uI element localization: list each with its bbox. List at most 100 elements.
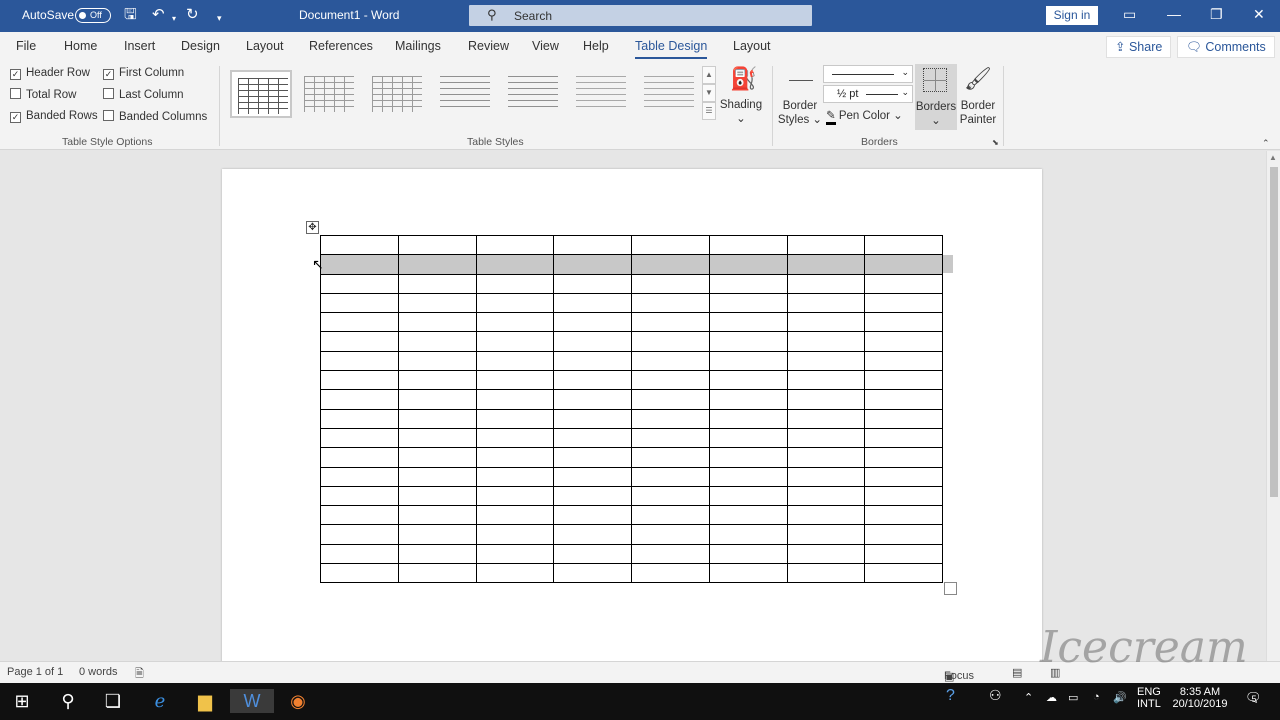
table-cell[interactable] xyxy=(864,370,943,391)
table-cell[interactable] xyxy=(553,234,632,256)
table-cell[interactable] xyxy=(397,312,477,333)
table-cell[interactable] xyxy=(864,234,943,256)
shading-button[interactable]: Shading ⌄ xyxy=(719,98,763,126)
table-cell[interactable] xyxy=(864,505,943,526)
table-cell[interactable] xyxy=(320,408,399,429)
table-cell[interactable] xyxy=(320,524,399,545)
table-row[interactable] xyxy=(320,350,943,372)
table-cell[interactable] xyxy=(708,234,788,256)
table-cell[interactable] xyxy=(397,292,477,314)
table-cell[interactable] xyxy=(708,312,788,333)
table-cell[interactable] xyxy=(786,485,866,507)
read-mode-icon[interactable]: ▤ xyxy=(1012,666,1022,679)
table-row[interactable] xyxy=(320,427,943,449)
table-cell[interactable] xyxy=(397,447,477,468)
table-cell[interactable] xyxy=(631,350,710,372)
table-cell[interactable] xyxy=(320,350,399,372)
search-box[interactable]: ⚲ Search xyxy=(469,5,812,26)
table-style-option[interactable] xyxy=(638,70,700,118)
table-row[interactable] xyxy=(320,312,943,333)
table-cell[interactable] xyxy=(553,563,632,584)
table-cell[interactable] xyxy=(786,505,866,526)
table-cell[interactable] xyxy=(631,543,710,565)
table-cell[interactable] xyxy=(786,254,866,275)
table-move-handle-icon[interactable]: ✥ xyxy=(306,221,319,234)
table-cell[interactable] xyxy=(864,331,943,352)
table-cell[interactable] xyxy=(864,273,943,294)
table-cell[interactable] xyxy=(708,292,788,314)
border-styles-button[interactable]: Border Styles ⌄ xyxy=(777,99,823,127)
table-cell[interactable] xyxy=(475,524,555,545)
recorder-app-icon[interactable]: ◉ xyxy=(286,689,310,713)
table-cell[interactable] xyxy=(708,254,788,275)
table-cell[interactable] xyxy=(553,331,632,352)
table-cell[interactable] xyxy=(397,563,477,584)
table-cell[interactable] xyxy=(397,234,477,256)
table-cell[interactable] xyxy=(631,234,710,256)
table-cell[interactable] xyxy=(475,466,555,487)
tray-expand-icon[interactable]: ⌃ xyxy=(1024,691,1033,704)
clock[interactable]: 8:35 AM 20/10/2019 xyxy=(1171,686,1229,710)
table-cell[interactable] xyxy=(397,485,477,507)
table-cell[interactable] xyxy=(631,563,710,584)
table-style-option[interactable] xyxy=(298,70,360,118)
border-painter-button[interactable]: Border Painter xyxy=(957,99,999,127)
tab-mailings[interactable]: Mailings xyxy=(395,39,441,53)
table-cell[interactable] xyxy=(475,234,555,256)
table-cell[interactable] xyxy=(320,234,399,256)
table-cell[interactable] xyxy=(553,524,632,545)
table-cell[interactable] xyxy=(475,254,555,275)
table-row[interactable] xyxy=(320,447,943,468)
tab-table-design[interactable]: Table Design xyxy=(635,39,708,59)
table-cell[interactable] xyxy=(320,292,399,314)
ribbon-display-options-icon[interactable]: ▭ xyxy=(1123,6,1136,23)
table-cell[interactable] xyxy=(320,254,399,275)
table-cell[interactable] xyxy=(553,292,632,314)
table-cell[interactable] xyxy=(475,543,555,565)
table-cell[interactable] xyxy=(864,447,943,468)
tab-file[interactable]: File xyxy=(16,39,36,53)
table-cell[interactable] xyxy=(708,389,788,410)
tab-table-layout[interactable]: Layout xyxy=(733,39,771,53)
scrollbar-thumb[interactable] xyxy=(1270,167,1278,497)
table-style-option[interactable] xyxy=(366,70,428,118)
table-cell[interactable] xyxy=(786,466,866,487)
table-cell[interactable] xyxy=(786,389,866,410)
comments-button[interactable]: 🗨 Comments xyxy=(1177,36,1275,58)
table-cell[interactable] xyxy=(320,466,399,487)
table-cell[interactable] xyxy=(631,466,710,487)
table-cell[interactable] xyxy=(864,254,943,275)
table-cell[interactable] xyxy=(708,563,788,584)
table-cell[interactable] xyxy=(553,408,632,429)
table-row[interactable] xyxy=(320,273,943,294)
table-cell[interactable] xyxy=(553,505,632,526)
line-weight-select[interactable]: ½ pt ⌄ xyxy=(823,85,913,103)
tab-home[interactable]: Home xyxy=(64,39,97,53)
table-cell[interactable] xyxy=(397,408,477,429)
table-cell[interactable] xyxy=(708,350,788,372)
line-style-select[interactable]: ⌄ xyxy=(823,65,913,83)
table-row[interactable] xyxy=(320,505,943,526)
word-app-icon[interactable]: W xyxy=(230,689,274,713)
table-cell[interactable] xyxy=(475,408,555,429)
people-icon[interactable]: ⚇ xyxy=(989,687,1002,704)
table-cell[interactable] xyxy=(708,273,788,294)
redo-icon[interactable]: ↻ xyxy=(186,6,199,24)
table-cell[interactable] xyxy=(397,543,477,565)
table-cell[interactable] xyxy=(631,273,710,294)
scroll-up-icon[interactable]: ▲ xyxy=(1269,153,1277,162)
battery-icon[interactable]: ▭ xyxy=(1068,691,1078,704)
network-icon[interactable]: ☁ xyxy=(1046,691,1057,704)
share-button[interactable]: ⇪ Share xyxy=(1106,36,1172,58)
table-cell[interactable] xyxy=(553,350,632,372)
table-cell[interactable] xyxy=(631,447,710,468)
table-cell[interactable] xyxy=(864,389,943,410)
autosave-toggle[interactable]: Off xyxy=(75,8,111,23)
table-cell[interactable] xyxy=(864,563,943,584)
table-cell[interactable] xyxy=(397,466,477,487)
table-cell[interactable] xyxy=(320,447,399,468)
table-cell[interactable] xyxy=(708,543,788,565)
table-row[interactable] xyxy=(320,485,943,507)
table-cell[interactable] xyxy=(553,254,632,275)
last-column-checkbox[interactable]: Last Column xyxy=(103,88,184,101)
